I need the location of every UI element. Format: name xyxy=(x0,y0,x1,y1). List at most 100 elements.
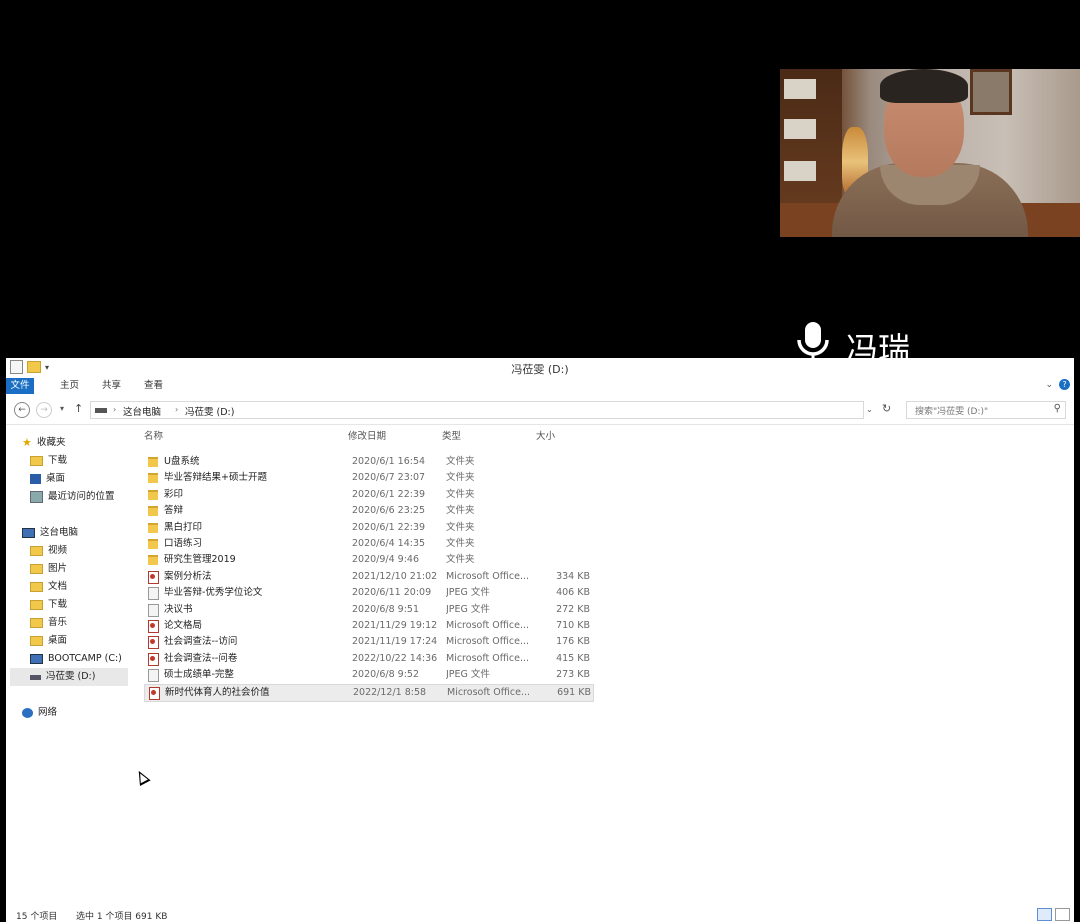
file-date: 2020/6/1 22:39 xyxy=(352,488,426,500)
file-name: 论文格局 xyxy=(164,620,203,631)
nav-downloads[interactable]: 下载 xyxy=(30,596,67,614)
file-row[interactable]: 毕业答辩结果+硕士开题 2020/6/7 23:07 文件夹 xyxy=(144,470,592,486)
file-row[interactable]: 口语练习 2020/6/4 14:35 文件夹 xyxy=(144,536,592,552)
nav-desktop[interactable]: 桌面 xyxy=(30,632,67,650)
details-view-icon[interactable] xyxy=(1037,908,1052,921)
office-document-icon xyxy=(148,636,159,650)
nav-documents[interactable]: 文档 xyxy=(30,578,67,596)
file-row[interactable]: 社会调查法--访问 2021/11/19 17:24 Microsoft Offic… xyxy=(144,634,592,650)
videos-folder-icon xyxy=(30,546,43,556)
help-icon[interactable]: ? xyxy=(1059,379,1070,390)
recent-locations-chevron-icon[interactable]: ▾ xyxy=(60,404,64,413)
file-name: 社会调查法--问卷 xyxy=(164,652,238,664)
file-name: 彩印 xyxy=(164,488,184,500)
column-header-name[interactable]: 名称 xyxy=(144,428,163,446)
tab-share[interactable]: 共享 xyxy=(94,378,129,394)
downloads-folder-icon xyxy=(30,456,43,466)
network-icon xyxy=(22,708,33,718)
breadcrumb-drive-d[interactable]: 冯莅雯 (D:) xyxy=(185,404,234,418)
selection-info: 选中 1 个项目 691 KB xyxy=(76,912,168,922)
file-row[interactable]: 毕业答辩-优秀学位论文 2020/6/11 20:09 JPEG 文件 406 KB xyxy=(144,585,592,601)
tab-home[interactable]: 主页 xyxy=(52,378,87,394)
file-type: 文件夹 xyxy=(446,472,475,484)
file-date: 2021/11/29 19:12 xyxy=(352,620,438,631)
file-type: 文件夹 xyxy=(446,488,475,500)
file-type: JPEG 文件 xyxy=(446,669,490,681)
column-header-type[interactable]: 类型 xyxy=(442,428,461,446)
tab-view[interactable]: 查看 xyxy=(136,378,171,394)
nav-network[interactable]: 网络 xyxy=(22,704,57,722)
file-row[interactable]: 论文格局 2021/11/29 19:12 Microsoft Office... 7… xyxy=(144,618,592,634)
column-header-date[interactable]: 修改日期 xyxy=(348,428,386,446)
navigation-pane: ★ 收藏夹 下载 桌面 最近访问的位置 这台电脑 视频 图片 文档 下载 音乐 … xyxy=(6,428,132,898)
file-row[interactable]: 硕士成绩单-完整 2020/6/8 9:52 JPEG 文件 273 KB xyxy=(144,667,592,683)
file-name: 黑白打印 xyxy=(164,521,203,533)
file-row[interactable]: 案例分析法 2021/12/10 21:02 Microsoft Office...… xyxy=(144,569,592,585)
breadcrumb-this-pc[interactable]: 这台电脑 xyxy=(123,404,161,418)
participant-video[interactable] xyxy=(780,69,1080,237)
nav-favorites-recent[interactable]: 最近访问的位置 xyxy=(30,488,115,506)
nav-pictures[interactable]: 图片 xyxy=(30,560,67,578)
music-folder-icon xyxy=(30,618,43,628)
ribbon-tabs: 文件 主页 共享 查看 ⌄ ? xyxy=(6,376,1074,395)
breadcrumb[interactable]: › 这台电脑 › 冯莅雯 (D:) xyxy=(90,401,864,419)
forward-arrow-icon[interactable]: → xyxy=(36,402,52,418)
file-date: 2022/12/1 8:58 xyxy=(353,686,427,698)
desktop-folder-icon xyxy=(30,636,43,646)
nav-label: 桌面 xyxy=(48,635,68,646)
refresh-icon[interactable]: ↻ xyxy=(882,402,891,415)
file-type: JPEG 文件 xyxy=(446,587,490,599)
nav-drive-c[interactable]: BOOTCAMP (C:) xyxy=(30,650,122,668)
file-row[interactable]: 黑白打印 2020/6/1 22:39 文件夹 xyxy=(144,520,592,536)
file-size: 691 KB xyxy=(557,686,591,698)
desktop-icon xyxy=(30,474,41,484)
file-type: 文件夹 xyxy=(446,538,475,549)
nav-drive-d[interactable]: 冯莅雯 (D:) xyxy=(10,668,128,686)
nav-favorites-downloads[interactable]: 下载 xyxy=(30,452,67,470)
file-row[interactable]: 决议书 2020/6/8 9:51 JPEG 文件 272 KB xyxy=(144,602,592,618)
video-picture-frame xyxy=(970,69,1012,115)
folder-icon xyxy=(148,539,158,549)
expand-ribbon-chevron-icon[interactable]: ⌄ xyxy=(1045,380,1053,390)
nav-this-pc[interactable]: 这台电脑 xyxy=(22,524,78,542)
file-size: 406 KB xyxy=(556,587,590,599)
pictures-folder-icon xyxy=(30,564,43,574)
nav-music[interactable]: 音乐 xyxy=(30,614,67,632)
file-row[interactable]: 社会调查法--问卷 2022/10/22 14:36 Microsoft Offic… xyxy=(144,651,592,667)
nav-label: 文档 xyxy=(48,581,68,592)
search-input[interactable]: 搜索"冯莅雯 (D:)" ⚲ xyxy=(906,401,1066,419)
jpeg-file-icon xyxy=(148,669,159,683)
file-type: 文件夹 xyxy=(446,505,475,517)
file-name: 答辩 xyxy=(164,505,184,517)
file-list: 名称 修改日期 类型 大小 U盘系统 2020/6/1 16:54 文件夹 毕业答辩结… xyxy=(140,428,600,778)
file-explorer-window: ▾ 冯莅雯 (D:) 文件 主页 共享 查看 ⌄ ? ← → ▾ ↑ › 这台电… xyxy=(6,358,1074,922)
column-header-size[interactable]: 大小 xyxy=(536,428,555,446)
nav-favorites-desktop[interactable]: 桌面 xyxy=(30,470,65,488)
file-size: 176 KB xyxy=(556,636,590,648)
computer-icon xyxy=(22,528,35,538)
file-row[interactable]: 新时代体育人的社会价值 2022/12/1 8:58 Microsoft Offic… xyxy=(144,683,594,702)
search-icon[interactable]: ⚲ xyxy=(1054,403,1061,414)
file-row[interactable]: 彩印 2020/6/1 22:39 文件夹 xyxy=(144,487,592,503)
nav-network-label: 网络 xyxy=(38,707,58,718)
file-name: 决议书 xyxy=(164,603,193,615)
file-type: 文件夹 xyxy=(446,456,475,467)
window-title: 冯莅雯 (D:) xyxy=(511,363,569,376)
nav-favorites[interactable]: ★ 收藏夹 xyxy=(22,434,66,452)
folder-icon xyxy=(148,457,158,467)
tab-file[interactable]: 文件 xyxy=(6,378,34,394)
back-arrow-icon[interactable]: ← xyxy=(14,402,30,418)
file-type: 文件夹 xyxy=(446,554,475,566)
file-date: 2020/6/1 16:54 xyxy=(352,456,426,467)
large-icons-view-icon[interactable] xyxy=(1055,908,1070,921)
file-size: 415 KB xyxy=(556,652,590,664)
file-type: Microsoft Office... xyxy=(447,686,529,698)
file-row[interactable]: 答辩 2020/6/6 23:25 文件夹 xyxy=(144,503,592,519)
file-row[interactable]: U盘系统 2020/6/1 16:54 文件夹 xyxy=(144,454,592,470)
address-dropdown-chevron-icon[interactable]: ⌄ xyxy=(866,405,873,414)
nav-videos[interactable]: 视频 xyxy=(30,542,67,560)
file-row[interactable]: 研究生管理2019 2020/9/4 9:46 文件夹 xyxy=(144,552,592,568)
up-arrow-icon[interactable]: ↑ xyxy=(74,402,83,415)
nav-this-pc-label: 这台电脑 xyxy=(40,527,79,538)
file-name: 口语练习 xyxy=(164,538,203,549)
